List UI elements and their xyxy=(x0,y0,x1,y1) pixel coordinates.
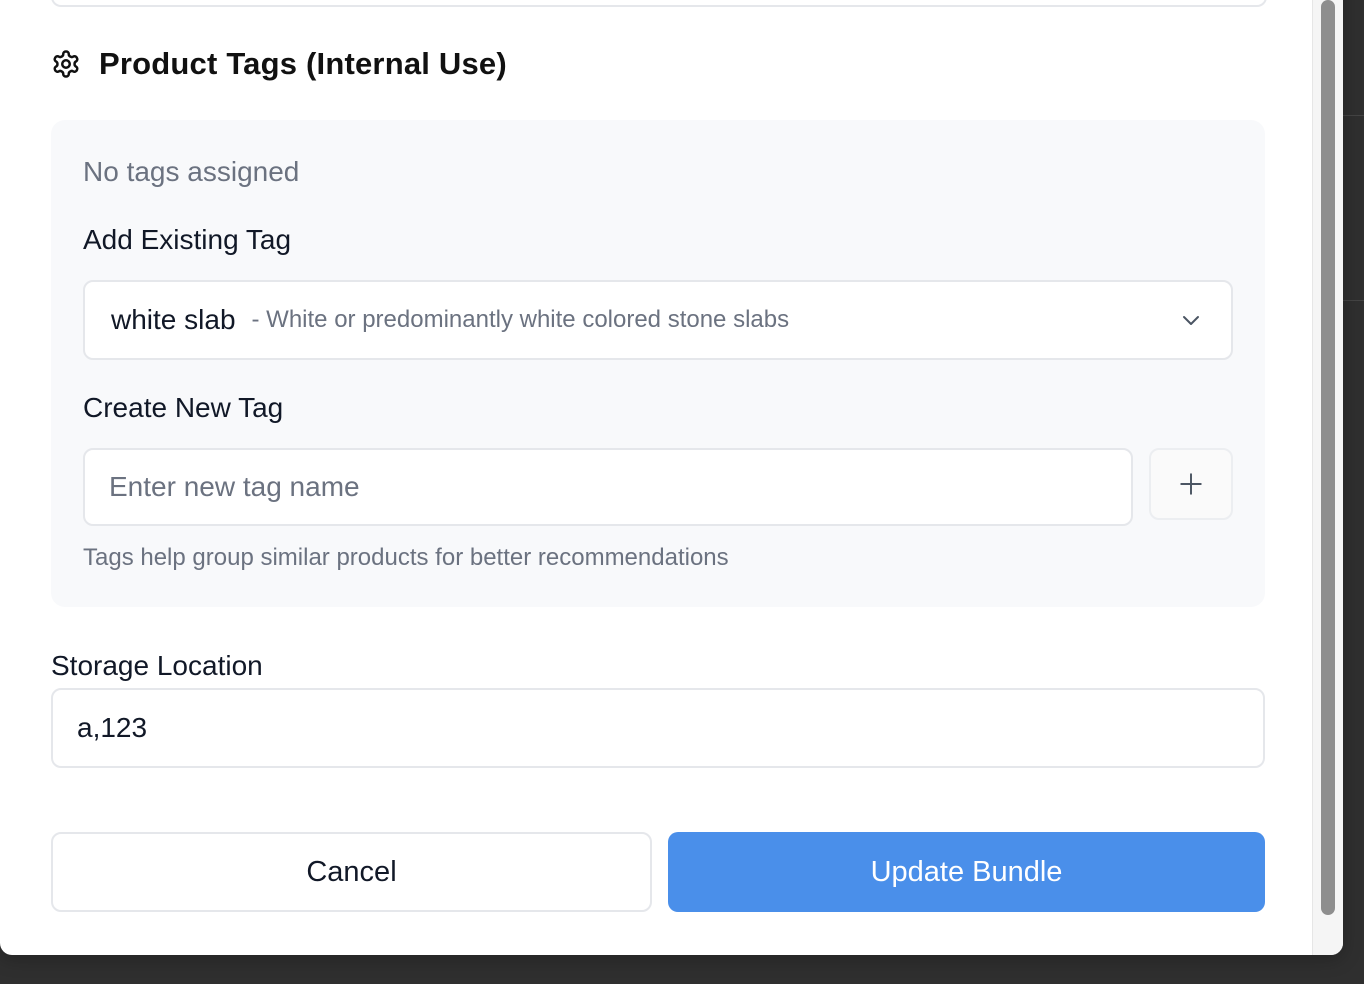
tags-panel: No tags assigned Add Existing Tag white … xyxy=(51,120,1265,607)
scrollbar[interactable] xyxy=(1312,0,1343,955)
add-tag-button[interactable] xyxy=(1149,448,1233,520)
product-tags-header: Product Tags (Internal Use) xyxy=(51,40,507,88)
scrollbar-thumb[interactable] xyxy=(1321,0,1335,915)
section-title: Product Tags (Internal Use) xyxy=(99,46,507,81)
update-bundle-button[interactable]: Update Bundle xyxy=(668,832,1265,912)
selected-tag-description: - White or predominantly white colored s… xyxy=(251,306,790,333)
existing-tag-select[interactable]: white slab - White or predominantly whit… xyxy=(83,280,1233,360)
chevron-down-icon xyxy=(1179,308,1203,332)
new-tag-input[interactable] xyxy=(83,448,1133,526)
cancel-button[interactable]: Cancel xyxy=(51,832,652,912)
edit-bundle-modal: Product Tags (Internal Use) No tags assi… xyxy=(0,0,1343,955)
plus-icon xyxy=(1178,471,1204,497)
selected-tag-name: white slab xyxy=(111,304,236,335)
create-new-tag-label: Create New Tag xyxy=(83,392,284,423)
backdrop xyxy=(1342,0,1364,984)
storage-location-label: Storage Location xyxy=(51,650,263,681)
gear-icon xyxy=(51,49,81,79)
storage-location-input[interactable] xyxy=(51,688,1265,768)
no-tags-message: No tags assigned xyxy=(83,156,300,187)
tags-helper-text: Tags help group similar products for bet… xyxy=(83,544,729,571)
previous-field-bottom-edge xyxy=(51,0,1267,7)
add-existing-tag-label: Add Existing Tag xyxy=(83,224,292,255)
